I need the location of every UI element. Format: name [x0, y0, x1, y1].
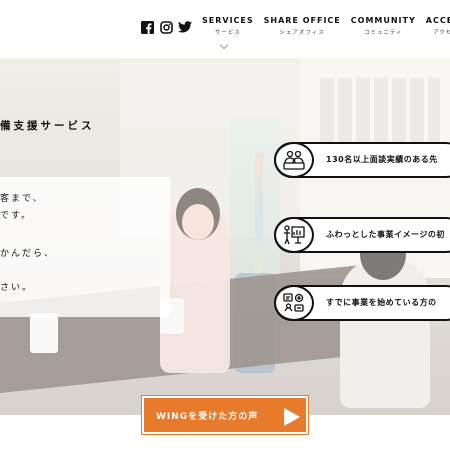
nav-share-office[interactable]: SHARE OFFICE シェアオフィス	[264, 16, 341, 36]
feature-idea[interactable]: ふわっとした事業イメージの初	[274, 217, 450, 253]
social-links	[140, 20, 192, 34]
nav-sublabel: シェアオフィス	[279, 30, 325, 36]
chevron-down-icon	[219, 40, 229, 50]
feature-label: ふわっとした事業イメージの初	[326, 230, 445, 239]
nav-sublabel: アクセス	[433, 30, 450, 36]
consultation-icon	[274, 142, 314, 178]
nav-sublabel: コミュニティ	[363, 30, 403, 36]
intro-line: さい。	[0, 283, 34, 293]
site-header: SERVICES サービス SHARE OFFICE シェアオフィス COMMU…	[0, 0, 450, 58]
feature-label: すでに事業を始めている方の	[326, 298, 437, 307]
nav-services[interactable]: SERVICES サービス	[202, 16, 254, 36]
nav-label: SHARE OFFICE	[263, 16, 341, 25]
nav-label: SERVICES	[202, 16, 254, 25]
feature-consultation[interactable]: 130名以上面談実績のある先	[274, 142, 450, 178]
nav-label: ACCESS	[425, 16, 450, 25]
nav-community[interactable]: COMMUNITY コミュニティ	[351, 16, 416, 36]
idea-board-icon	[274, 217, 314, 253]
nav-sublabel: サービス	[214, 30, 241, 36]
testimonials-button[interactable]: WINGを受けた方の声	[142, 396, 308, 434]
instagram-icon[interactable]	[159, 20, 173, 34]
intro-line: 客まで、	[0, 194, 44, 204]
facebook-icon[interactable]	[140, 20, 154, 34]
nav-label: COMMUNITY	[350, 16, 416, 25]
main-nav: SERVICES サービス SHARE OFFICE シェアオフィス COMMU…	[202, 16, 450, 36]
business-tools-icon	[274, 285, 314, 321]
play-arrow-icon	[284, 408, 300, 426]
twitter-icon[interactable]	[178, 20, 192, 34]
testimonials-button-label: WINGを受けた方の声	[156, 412, 259, 422]
intro-line: です。	[0, 211, 33, 221]
feature-label: 130名以上面談実績のある先	[326, 155, 438, 164]
nav-access[interactable]: ACCESS アクセス	[426, 16, 450, 36]
section-title: 備支援サービス	[0, 120, 95, 132]
feature-existing-business[interactable]: すでに事業を始めている方の	[274, 285, 450, 321]
intro-text-card: 客まで、 です。 かんだら、 さい。	[0, 177, 170, 317]
intro-line: かんだら、	[0, 249, 56, 259]
